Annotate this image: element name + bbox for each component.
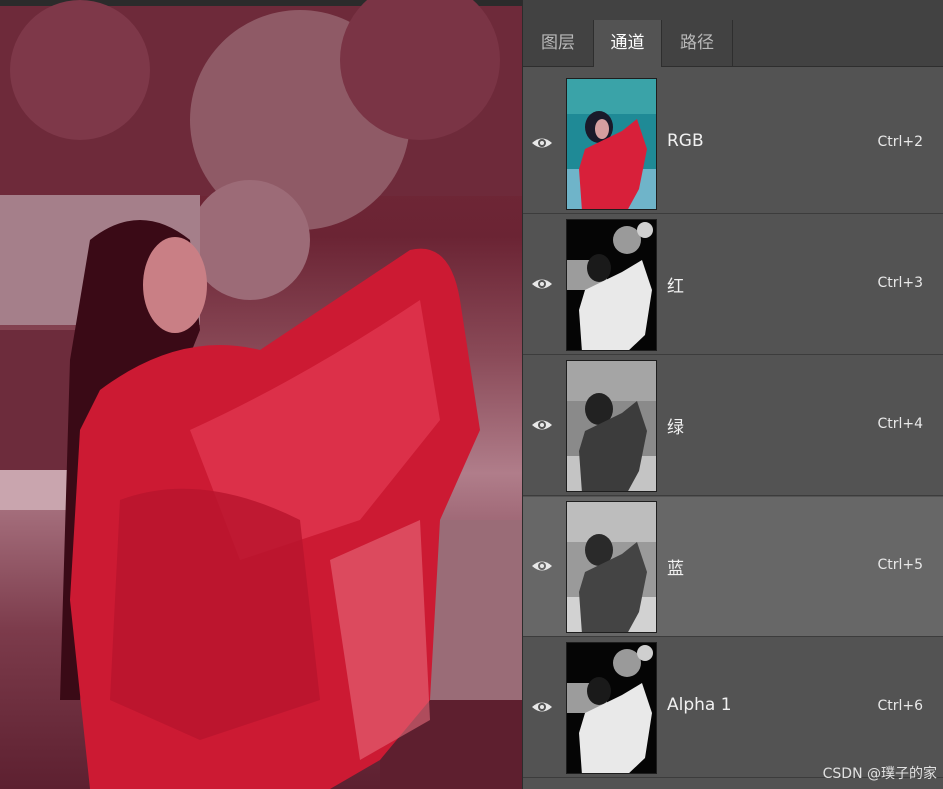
panel-header-bar [523, 0, 943, 21]
channel-shortcut: Ctrl+2 [877, 134, 923, 150]
channel-row-alpha-1[interactable]: Alpha 1 Ctrl+6 [523, 638, 943, 778]
channels-panel: 图层 通道 路径 RGB Ctrl+2 红 Ctrl+3 绿 Ctrl+4 蓝 … [522, 0, 943, 789]
channel-name: 红 [667, 277, 684, 297]
eye-icon[interactable] [531, 273, 553, 295]
eye-icon[interactable] [531, 696, 553, 718]
photo-image [0, 0, 522, 789]
tab-separator [732, 20, 733, 66]
channel-thumbnail [566, 501, 657, 633]
eye-icon[interactable] [531, 132, 553, 154]
eye-icon[interactable] [531, 414, 553, 436]
tab-layers[interactable]: 图层 [523, 20, 593, 66]
channel-name: Alpha 1 [667, 695, 732, 715]
tab-paths[interactable]: 路径 [662, 20, 732, 66]
channel-shortcut: Ctrl+4 [877, 416, 923, 432]
channel-thumbnail [566, 642, 657, 774]
channel-shortcut: Ctrl+5 [877, 557, 923, 573]
channel-shortcut: Ctrl+6 [877, 698, 923, 714]
channel-row-red[interactable]: 红 Ctrl+3 [523, 215, 943, 355]
watermark-text: CSDN @璞子的家 [822, 766, 937, 782]
channel-name: RGB [667, 131, 704, 151]
channel-thumbnail [566, 219, 657, 351]
tab-channels[interactable]: 通道 [593, 20, 662, 67]
channel-shortcut: Ctrl+3 [877, 275, 923, 291]
document-canvas[interactable] [0, 0, 522, 789]
channel-thumbnail [566, 360, 657, 492]
panel-tabs: 图层 通道 路径 [523, 20, 943, 67]
channel-name: 绿 [667, 418, 684, 438]
eye-icon[interactable] [531, 555, 553, 577]
channel-thumbnail [566, 78, 657, 210]
channel-row-blue[interactable]: 蓝 Ctrl+5 [523, 497, 943, 637]
channel-name: 蓝 [667, 559, 684, 579]
channel-row-green[interactable]: 绿 Ctrl+4 [523, 356, 943, 496]
channel-row-rgb[interactable]: RGB Ctrl+2 [523, 74, 943, 214]
